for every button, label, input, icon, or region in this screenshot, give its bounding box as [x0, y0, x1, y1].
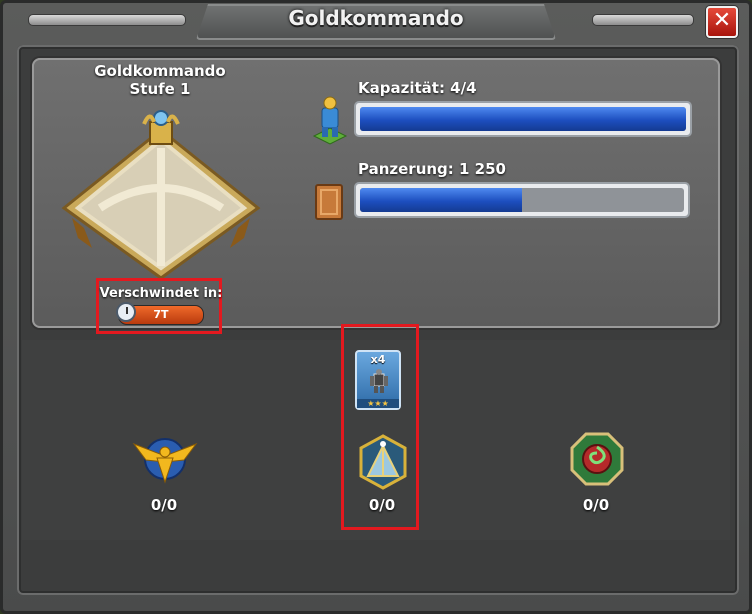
- title-rail-right: [592, 14, 694, 26]
- slot-1-count: 0/0: [150, 496, 178, 514]
- pyramid-emblem-icon: [359, 434, 407, 490]
- capacity-bar-fill: [360, 107, 686, 131]
- gold-command-building-icon: [61, 110, 261, 280]
- slot-2-count: 0/0: [368, 496, 396, 514]
- building-title: Goldkommando Stufe 1: [60, 62, 260, 98]
- troop-stars: ★★★: [357, 399, 399, 408]
- armor-bar: [354, 182, 690, 218]
- mech-soldier-icon: [370, 369, 388, 393]
- building-name: Goldkommando: [94, 62, 226, 80]
- close-button[interactable]: ✕: [706, 6, 738, 38]
- capacity-label: Kapazität: 4/4: [358, 79, 477, 97]
- title-rail-left: [28, 14, 186, 26]
- dialog-title: Goldkommando: [288, 6, 464, 30]
- armor-plate-icon: [315, 184, 343, 220]
- armor-bar-fill: [360, 188, 522, 212]
- green-vortex-emblem-icon: [570, 432, 624, 486]
- title-bar: Goldkommando ✕: [0, 0, 746, 38]
- troop-count: x4: [370, 353, 386, 366]
- soldier-capacity-icon: [312, 96, 348, 145]
- slot-3-count: 0/0: [582, 496, 610, 514]
- golden-eagle-emblem-icon: [132, 438, 198, 484]
- troop-card[interactable]: x4 ★★★: [355, 350, 401, 410]
- vanish-label: Verschwindet in:: [99, 286, 223, 301]
- building-level: Stufe 1: [129, 80, 191, 98]
- clock-icon: [116, 302, 136, 322]
- armor-label: Panzerung: 1 250: [358, 160, 506, 178]
- capacity-bar: [354, 101, 692, 137]
